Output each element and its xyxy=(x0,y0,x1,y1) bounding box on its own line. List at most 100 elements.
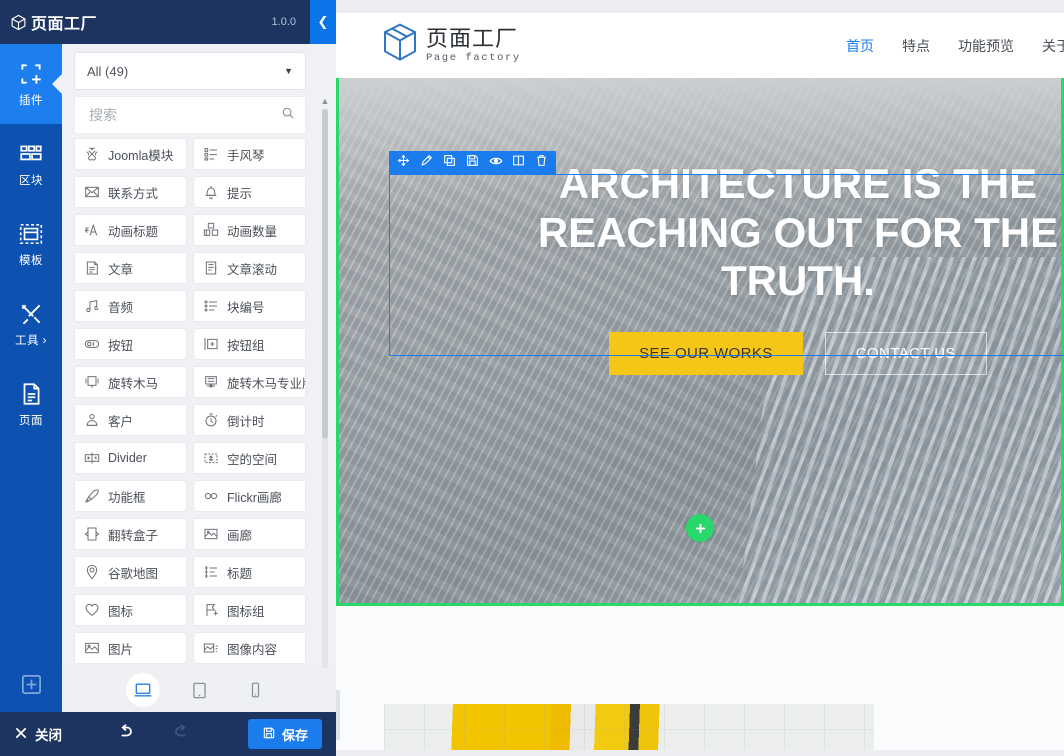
device-mobile-button[interactable] xyxy=(238,673,272,707)
widget-card[interactable]: Flickr画廊 xyxy=(193,480,306,512)
widget-card[interactable]: 谷歌地图 xyxy=(74,556,187,588)
widget-card[interactable]: 功能框 xyxy=(74,480,187,512)
widget-card[interactable]: 图标 xyxy=(74,594,187,626)
sidebar-item-blocks[interactable]: 区块 xyxy=(0,124,62,204)
next-section[interactable] xyxy=(336,606,1064,756)
widget-list[interactable]: Joomla模块 手风琴联系方式 提示动画标题 动画数量文章 文章滚动音频 块编号 按钮 按钮… xyxy=(74,138,306,712)
delete-element-button[interactable] xyxy=(530,151,553,175)
widget-card[interactable]: 客户 xyxy=(74,404,187,436)
widget-card[interactable]: 空的空间 xyxy=(193,442,306,474)
filter-row: All (49) ▼ xyxy=(74,52,306,90)
category-filter-select[interactable]: All (49) ▼ xyxy=(74,52,306,90)
widget-card-label: 音频 xyxy=(108,300,134,315)
widget-card[interactable]: 块编号 xyxy=(193,290,306,322)
nav-link-home[interactable]: 首页 xyxy=(846,36,874,56)
collapse-panel-button[interactable]: ❮ xyxy=(310,0,336,44)
copy-icon xyxy=(443,154,456,172)
add-section-button[interactable] xyxy=(686,514,714,542)
widget-card-label: 文章 xyxy=(108,262,134,277)
button-icon xyxy=(84,336,101,353)
version-label: 1.0.0 xyxy=(271,16,296,28)
widget-card-label: 动画数量 xyxy=(227,224,278,239)
countdown-icon xyxy=(203,412,220,429)
sidebar-item-widgets[interactable]: 插件 xyxy=(0,44,62,124)
widget-card[interactable]: 文章滚动 xyxy=(193,252,306,284)
preview-bottom-strip xyxy=(336,750,1064,756)
undo-button[interactable] xyxy=(108,717,142,751)
nav-link-preview[interactable]: 功能预览 xyxy=(958,36,1014,56)
close-x-icon xyxy=(14,726,28,743)
sidebar-item-tools[interactable]: 工具 › xyxy=(0,284,62,364)
close-button-label: 关闭 xyxy=(35,728,62,743)
widget-grid: Joomla模块 手风琴联系方式 提示动画标题 动画数量文章 文章滚动音频 块编号 按钮 按钮… xyxy=(74,138,306,664)
widget-list-scrollbar[interactable]: ▲ ▼ xyxy=(320,96,330,708)
category-filter-value: All (49) xyxy=(87,63,129,79)
widget-card[interactable]: 旋转木马 xyxy=(74,366,187,398)
widget-card[interactable]: 倒计时 xyxy=(193,404,306,436)
toggle-visibility-button[interactable] xyxy=(484,151,507,175)
flickr-icon xyxy=(203,488,220,505)
sidebar-item-label: 区块 xyxy=(19,174,43,187)
nav-link-about[interactable]: 关于我 xyxy=(1042,36,1064,56)
widget-card[interactable]: 手风琴 xyxy=(193,138,306,170)
edit-element-button[interactable] xyxy=(415,151,438,175)
widget-card-label: 旋转木马专业版 xyxy=(227,376,306,391)
widget-card-label: 图片 xyxy=(108,642,134,657)
widget-card[interactable]: 文章 xyxy=(74,252,187,284)
sidebar-item-pages[interactable]: 页面 xyxy=(0,364,62,444)
device-tablet-button[interactable] xyxy=(182,673,216,707)
widget-card[interactable]: 标题 xyxy=(193,556,306,588)
widget-card[interactable]: 画廊 xyxy=(193,518,306,550)
search-box[interactable] xyxy=(74,96,306,134)
selected-element-outline[interactable] xyxy=(389,151,1064,356)
widget-card[interactable]: 翻转盒子 xyxy=(74,518,187,550)
heart-icon xyxy=(84,602,101,619)
heading-icon xyxy=(203,564,220,581)
close-button[interactable]: 关闭 xyxy=(14,724,62,744)
scrollbar-track[interactable] xyxy=(322,109,328,695)
eye-icon xyxy=(488,154,503,173)
widget-card-label: 手风琴 xyxy=(227,148,265,163)
widget-card[interactable]: Divider xyxy=(74,442,187,474)
widget-card[interactable]: Joomla模块 xyxy=(74,138,187,170)
add-section-rail-button[interactable] xyxy=(0,662,62,712)
redo-button[interactable] xyxy=(164,717,198,751)
duplicate-element-button[interactable] xyxy=(438,151,461,175)
widget-card[interactable]: 图片 xyxy=(74,632,187,664)
widget-card[interactable]: 音频 xyxy=(74,290,187,322)
widget-card[interactable]: 按钮 xyxy=(74,328,187,360)
audio-note-icon xyxy=(84,298,101,315)
device-desktop-button[interactable] xyxy=(126,673,160,707)
save-element-button[interactable] xyxy=(461,151,484,175)
nav-link-features[interactable]: 特点 xyxy=(902,36,930,56)
widget-card-label: 功能框 xyxy=(108,490,146,505)
widget-card[interactable]: 提示 xyxy=(193,176,306,208)
widget-card[interactable]: 按钮组 xyxy=(193,328,306,360)
site-logo[interactable]: 页面工厂 Page factory xyxy=(380,21,521,70)
editor-action-bar: 关闭 保存 xyxy=(0,712,336,756)
widget-card-label: 动画标题 xyxy=(108,224,159,239)
caret-up-icon[interactable]: ▲ xyxy=(321,96,330,106)
save-button[interactable]: 保存 xyxy=(247,719,322,749)
widget-card[interactable]: 动画标题 xyxy=(74,214,187,246)
preview-canvas[interactable]: 页面工厂 Page factory 首页 特点 功能预览 关于我 ARCHITE… xyxy=(336,0,1064,756)
widget-card[interactable]: 联系方式 xyxy=(74,176,187,208)
widget-card[interactable]: 动画数量 xyxy=(193,214,306,246)
search-row xyxy=(74,96,306,134)
chevron-left-icon: ❮ xyxy=(317,14,329,29)
widget-card[interactable]: 旋转木马专业版 xyxy=(193,366,306,398)
sidebar-item-templates[interactable]: 模板 xyxy=(0,204,62,284)
column-layout-button[interactable] xyxy=(507,151,530,175)
search-input[interactable] xyxy=(89,107,281,123)
columns-icon xyxy=(512,154,525,172)
scrollbar-thumb[interactable] xyxy=(322,109,328,439)
preview-top-strip xyxy=(336,0,1064,13)
widget-card[interactable]: 图像内容 xyxy=(193,632,306,664)
article-icon xyxy=(84,260,101,277)
animated-heading-icon xyxy=(84,222,101,239)
widget-card-label: 翻转盒子 xyxy=(108,528,159,543)
bell-icon xyxy=(203,184,220,201)
widget-card[interactable]: 图标组 xyxy=(193,594,306,626)
envelope-icon xyxy=(84,184,101,201)
move-element-button[interactable] xyxy=(392,151,415,175)
